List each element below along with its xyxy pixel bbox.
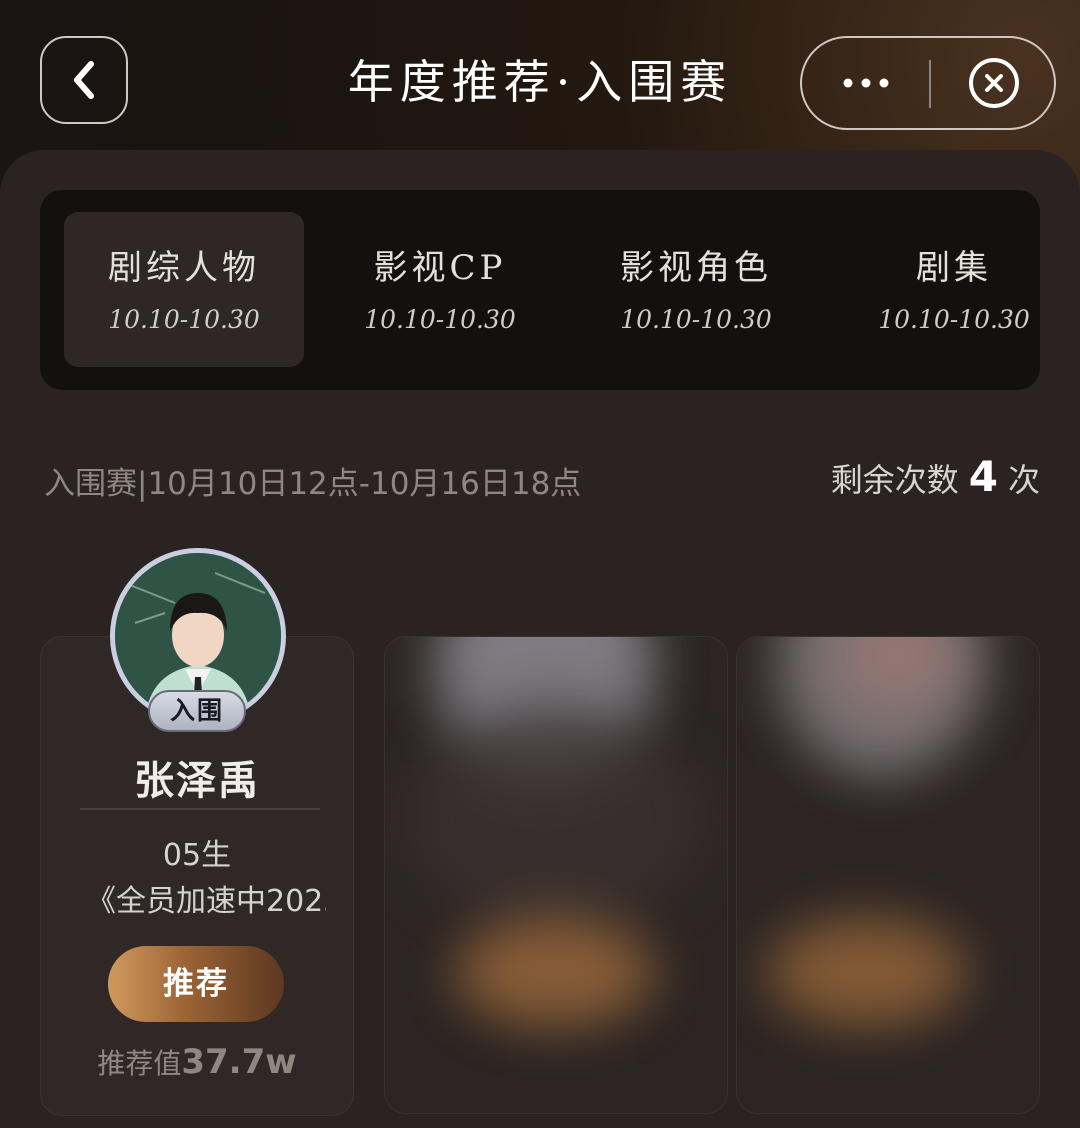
capsule-divider [929, 60, 931, 108]
divider [80, 808, 320, 810]
candidate-card-blurred[interactable] [384, 636, 728, 1114]
recommend-score: 推荐值37.7w [40, 1042, 354, 1082]
close-circle-icon [969, 58, 1019, 108]
more-button[interactable] [802, 38, 930, 128]
tab-date: 10.10-10.30 [620, 305, 772, 334]
tab-cp[interactable]: 影视CP 10.10-10.30 [320, 212, 560, 367]
tab-series[interactable]: 剧集 10.10-10.30 [834, 212, 1074, 367]
tab-date: 10.10-10.30 [878, 305, 1030, 334]
tab-label: 影视角色 [620, 248, 772, 288]
more-dots-icon [843, 78, 889, 88]
tab-label: 剧集 [916, 248, 992, 288]
mini-program-capsule [800, 36, 1056, 130]
tab-roles[interactable]: 影视角色 10.10-10.30 [576, 212, 816, 367]
tab-date: 10.10-10.30 [108, 305, 260, 334]
remaining-label: 剩余次数 [830, 461, 959, 499]
remaining-unit: 次 [1007, 461, 1040, 499]
candidate-name: 张泽禹 [134, 758, 260, 804]
tab-date: 10.10-10.30 [364, 305, 516, 334]
score-label: 推荐值 [97, 1047, 182, 1080]
page: 年度推荐·入围赛 剧综人物 10.10-10.30 影视CP 10.10-10.… [0, 0, 1080, 1128]
shortlisted-badge: 入围 [148, 690, 246, 732]
candidate-works: 《全员加速中2025 [86, 884, 326, 919]
candidate-card-blurred[interactable] [736, 636, 1040, 1114]
page-title: 年度推荐·入围赛 [347, 55, 733, 109]
category-tabs: 剧综人物 10.10-10.30 影视CP 10.10-10.30 影视角色 1… [40, 190, 1040, 390]
recommend-button[interactable]: 推荐 [108, 946, 284, 1022]
score-value: 37.7w [181, 1042, 297, 1082]
tab-characters[interactable]: 剧综人物 10.10-10.30 [64, 212, 304, 367]
tab-label: 影视CP [373, 248, 507, 288]
round-info: 入围赛|10月10日12点-10月16日18点 [44, 466, 582, 502]
close-button[interactable] [932, 38, 1056, 128]
chevron-left-icon [74, 61, 94, 99]
candidate-birth: 05生 [162, 838, 232, 873]
back-button[interactable] [40, 36, 128, 124]
remaining-votes: 剩余次数 4 次 [831, 452, 1040, 501]
remaining-count: 4 [968, 452, 998, 501]
tab-label: 剧综人物 [108, 248, 260, 288]
